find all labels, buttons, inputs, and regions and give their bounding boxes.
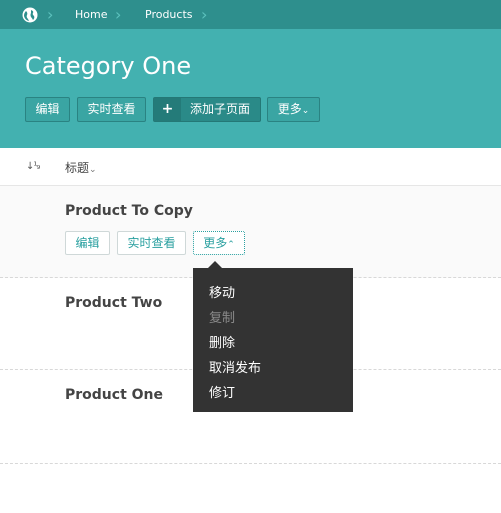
chevron-down-icon: ⌄ [301, 106, 310, 116]
more-button[interactable]: 更多⌄ [267, 97, 320, 122]
table-header: ↓¹₉ 标题⌄ [0, 148, 501, 186]
row-more-button[interactable]: 更多⌃ [193, 231, 245, 255]
menu-item-copy: 复制 [209, 311, 236, 326]
column-title-label: 标题 [65, 161, 90, 175]
page-header: Category One 编辑 实时查看 + 添加子页面 更多⌄ [0, 29, 501, 148]
row-title[interactable]: Product Two [65, 295, 162, 311]
menu-item-unpublish[interactable]: 取消发布 [209, 357, 261, 376]
chevron-down-icon: ⌄ [89, 165, 97, 175]
live-view-button[interactable]: 实时查看 [77, 97, 146, 122]
live-view-button-label: 实时查看 [87, 102, 136, 116]
menu-item-revisions[interactable]: 修订 [209, 382, 235, 401]
breadcrumb-item-home[interactable]: Home [75, 0, 107, 29]
page-title: Category One [25, 52, 192, 80]
add-child-page-button[interactable]: + 添加子页面 [153, 97, 261, 122]
row-more-label: 更多 [203, 236, 228, 250]
row-live-view-button[interactable]: 实时查看 [117, 231, 186, 255]
plus-icon: + [154, 98, 181, 121]
menu-item-move[interactable]: 移动 [209, 282, 235, 301]
row-title[interactable]: Product To Copy [65, 203, 193, 219]
more-button-label: 更多 [277, 102, 302, 116]
edit-button-label: 编辑 [35, 102, 60, 116]
globe-icon[interactable] [22, 7, 38, 23]
chevron-right-icon: › [201, 5, 208, 24]
add-child-page-label: 添加子页面 [190, 102, 251, 116]
chevron-right-icon: › [115, 5, 122, 24]
table-row: Product To Copy 编辑 实时查看 更多⌃ [0, 186, 501, 278]
dropdown-arrow [208, 261, 222, 268]
chevron-right-icon: › [47, 5, 54, 24]
row-title[interactable]: Product One [65, 387, 163, 403]
edit-button[interactable]: 编辑 [25, 97, 70, 122]
sort-icon[interactable]: ↓¹₉ [26, 161, 40, 172]
breadcrumb: › Home › Products › [0, 0, 501, 29]
row-live-view-label: 实时查看 [127, 236, 176, 250]
more-dropdown-menu: 移动 复制 删除 取消发布 修订 [193, 268, 353, 412]
column-title-header[interactable]: 标题⌄ [65, 159, 97, 176]
row-edit-button[interactable]: 编辑 [65, 231, 110, 255]
chevron-up-icon: ⌃ [227, 240, 235, 250]
menu-item-delete[interactable]: 删除 [209, 332, 235, 351]
row-edit-label: 编辑 [75, 236, 100, 250]
breadcrumb-item-products[interactable]: Products [145, 0, 193, 29]
